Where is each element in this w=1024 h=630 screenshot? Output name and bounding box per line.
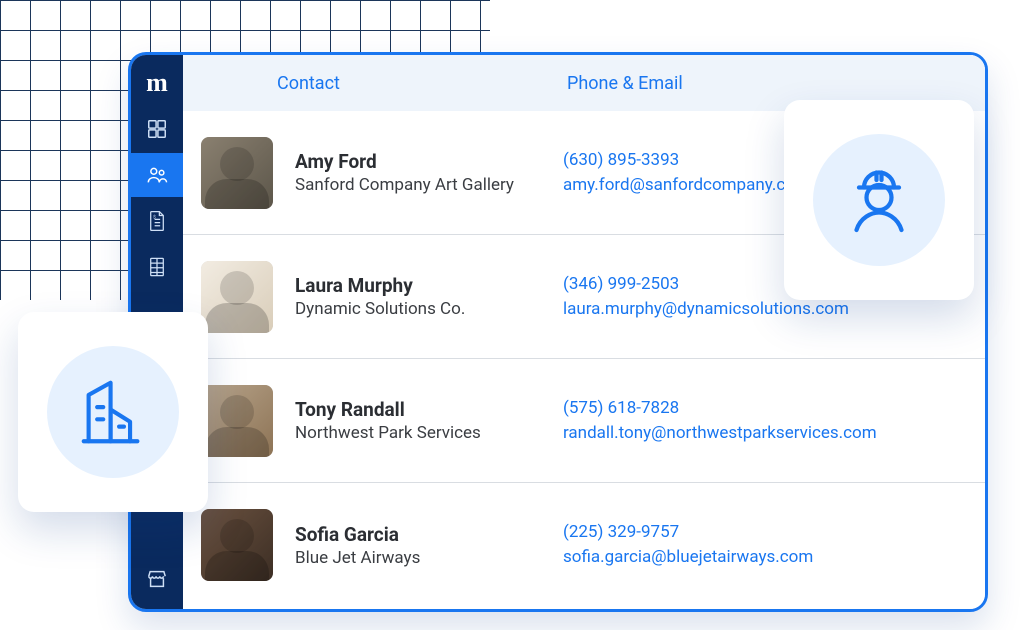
sidebar-item-dashboard[interactable] bbox=[131, 107, 183, 151]
contact-name: Tony Randall bbox=[295, 398, 563, 421]
contact-row[interactable]: Sofia Garcia Blue Jet Airways (225) 329-… bbox=[183, 483, 985, 607]
dashboard-icon bbox=[146, 118, 168, 140]
worker-icon-card bbox=[784, 100, 974, 300]
buildings-icon bbox=[74, 373, 152, 451]
column-header-contact[interactable]: Contact bbox=[277, 73, 567, 94]
sidebar-item-invoices[interactable]: $ bbox=[131, 199, 183, 243]
contact-email[interactable]: laura.murphy@dynamicsolutions.com bbox=[563, 297, 967, 322]
contact-row[interactable]: Tony Randall Northwest Park Services (57… bbox=[183, 359, 985, 483]
sidebar-item-contacts[interactable] bbox=[131, 153, 183, 197]
contact-email[interactable]: sofia.garcia@bluejetairways.com bbox=[563, 545, 967, 570]
contact-name: Laura Murphy bbox=[295, 274, 563, 297]
worker-icon bbox=[839, 160, 919, 240]
contact-phone[interactable]: (225) 329-9757 bbox=[563, 520, 967, 545]
avatar bbox=[201, 137, 273, 209]
avatar bbox=[201, 261, 273, 333]
avatar bbox=[201, 509, 273, 581]
contact-company: Blue Jet Airways bbox=[295, 548, 563, 568]
contact-name: Sofia Garcia bbox=[295, 523, 563, 546]
people-icon bbox=[146, 164, 168, 186]
sidebar-item-reports[interactable] bbox=[131, 245, 183, 289]
avatar bbox=[201, 385, 273, 457]
spreadsheet-icon bbox=[147, 256, 167, 278]
storefront-icon bbox=[146, 568, 168, 590]
contact-name: Amy Ford bbox=[295, 150, 563, 173]
contact-email[interactable]: randall.tony@northwestparkservices.com bbox=[563, 421, 967, 446]
svg-text:$: $ bbox=[153, 214, 156, 221]
sidebar-item-store[interactable] bbox=[131, 557, 183, 601]
app-logo: m bbox=[143, 69, 171, 97]
contact-company: Sanford Company Art Gallery bbox=[295, 175, 563, 195]
column-header-phone-email[interactable]: Phone & Email bbox=[567, 73, 683, 94]
contact-phone[interactable]: (575) 618-7828 bbox=[563, 396, 967, 421]
document-icon: $ bbox=[147, 210, 167, 232]
company-icon-card bbox=[18, 312, 208, 512]
contact-company: Dynamic Solutions Co. bbox=[295, 299, 563, 319]
contact-company: Northwest Park Services bbox=[295, 423, 563, 443]
